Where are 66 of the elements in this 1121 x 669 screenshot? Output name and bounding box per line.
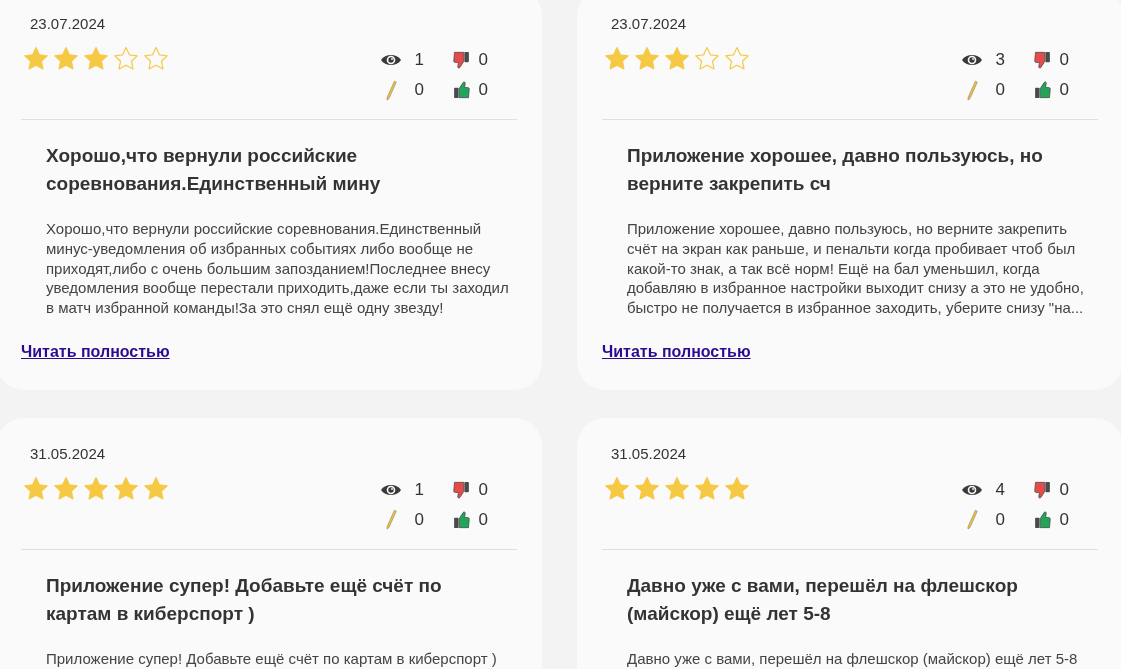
pencil-icon [965, 79, 978, 101]
review-text: Хорошо,что вернули российские соревнования.Единственный минус-уведомления об избранных событиях либо вообще не приходят,либо с очень большим запозданием!Последнее внесу уведомления вообще перестали приходить,даже если ты заходил в матч избранной команды!За это снял ещё одну звезду! [46, 219, 510, 318]
star-icon [84, 476, 108, 500]
star-icon [54, 476, 78, 500]
star-icon [725, 476, 749, 500]
star-icon [24, 476, 48, 500]
star-icon [114, 47, 138, 70]
star-icon [144, 476, 168, 500]
review-date: 31.05.2024 [29, 444, 106, 463]
thumbs-up-icon [453, 510, 471, 529]
edit-count: 0 [995, 509, 1005, 530]
star-icon [635, 476, 659, 500]
star-icon [665, 47, 689, 70]
like-count: 0 [1059, 80, 1069, 100]
star-icon [605, 47, 629, 70]
star-icon [24, 47, 48, 70]
star-icon [114, 476, 138, 500]
review-text: Приложение хорошее, давно пользуюсь, но верните закрепить счёт на экран как раньше, и пенальти когда пробивает чтоб был какой-то знак, а так всё норм! Ещё на бал уменьшил, когда добавляю в избранное настройки выходит снизу а это не удобно, быстро не получается в избранное заходить, уберите снизу "на... [627, 219, 1085, 318]
eye-icon [961, 53, 982, 67]
dislike-count: 0 [1059, 50, 1069, 70]
thumbs-down-icon [1034, 480, 1052, 499]
pencil-icon [384, 79, 397, 101]
dislike-count: 0 [478, 50, 488, 70]
star-icon [635, 47, 659, 70]
thumbs-down-icon [1034, 51, 1052, 69]
thumbs-up-icon [1034, 81, 1052, 99]
star-icon [605, 476, 629, 500]
like-count: 0 [478, 509, 488, 530]
star-icon [54, 47, 78, 70]
star-icon [695, 47, 719, 70]
review-title: Приложение супер! Добавьте ещё счёт по картам в киберспорт ) [46, 573, 443, 626]
review-date: 31.05.2024 [610, 444, 687, 463]
review-date: 23.07.2024 [610, 15, 687, 33]
thumbs-up-icon [453, 81, 471, 99]
dislike-count: 0 [1059, 479, 1069, 500]
review-text: Давно уже с вами, перешёл на флешскор (майскор) ещё лет 5-8 [627, 648, 1079, 669]
dislike-count: 0 [478, 479, 488, 500]
thumbs-down-icon [453, 480, 471, 499]
read-more-link[interactable]: Читать полностью [602, 341, 751, 362]
eye-icon [380, 53, 401, 67]
view-count: 4 [995, 479, 1005, 500]
edit-count: 0 [414, 509, 424, 530]
pencil-icon [965, 509, 978, 531]
star-icon [665, 476, 689, 500]
edit-count: 0 [414, 80, 424, 100]
review-title: Хорошо,что вернули российские соревнования.Единственный мину [46, 144, 382, 196]
read-more-link[interactable]: Читать полностью [21, 341, 170, 362]
like-count: 0 [1059, 509, 1069, 530]
star-icon [144, 47, 168, 70]
thumbs-up-icon [1034, 510, 1052, 529]
thumbs-down-icon [453, 51, 471, 69]
eye-icon [380, 482, 401, 497]
review-title: Давно уже с вами, перешёл на флешскор (майскор) ещё лет 5-8 [627, 573, 1019, 626]
eye-icon [961, 482, 982, 497]
star-icon [84, 47, 108, 70]
pencil-icon [384, 509, 397, 531]
edit-count: 0 [995, 80, 1005, 100]
view-count: 3 [995, 50, 1005, 70]
star-icon [725, 47, 749, 70]
view-count: 1 [414, 50, 424, 70]
review-title: Приложение хорошее, давно пользуюсь, но верните закрепить сч [627, 144, 1044, 196]
like-count: 0 [478, 80, 488, 100]
review-text: Приложение супер! Добавьте ещё счёт по картам в киберспорт ) [46, 648, 498, 669]
view-count: 1 [414, 479, 424, 500]
review-date: 23.07.2024 [29, 15, 106, 33]
star-icon [695, 476, 719, 500]
